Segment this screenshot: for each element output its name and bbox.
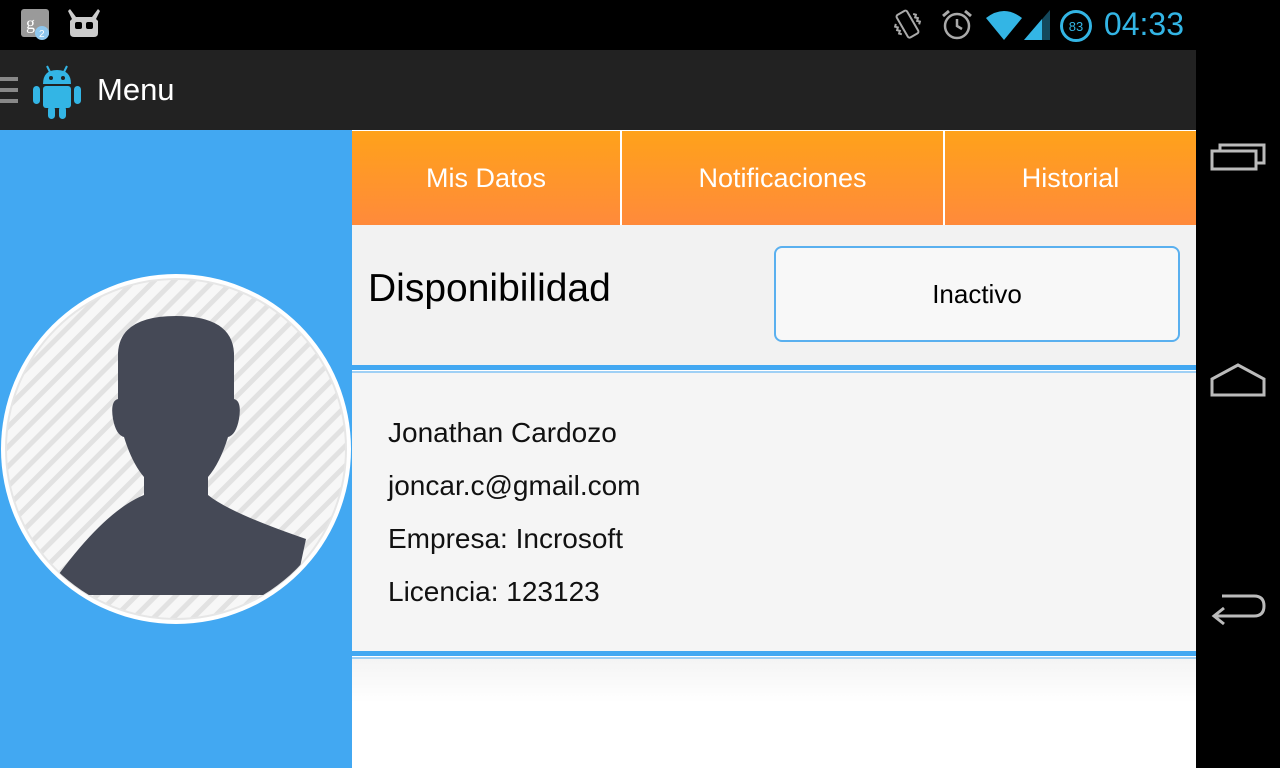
svg-text:2: 2 bbox=[39, 29, 45, 40]
alarm-icon bbox=[942, 9, 972, 40]
wifi-icon bbox=[986, 11, 1022, 40]
google-search-icon: g 2 bbox=[21, 9, 49, 40]
availability-label: Disponibilidad bbox=[368, 267, 611, 310]
availability-status-label: Inactivo bbox=[932, 278, 1022, 309]
profile-name: Jonathan Cardozo bbox=[388, 417, 617, 448]
profile-card: Jonathan Cardozo joncar.c@gmail.com Empr… bbox=[352, 373, 1196, 651]
navigation-bar bbox=[1196, 0, 1280, 768]
home-icon[interactable] bbox=[1208, 355, 1268, 405]
tab-label: Historial bbox=[1021, 162, 1120, 193]
recent-apps-icon[interactable] bbox=[1208, 135, 1268, 185]
android-logo-icon[interactable] bbox=[30, 62, 84, 120]
tab-bar: Mis Datos Notificaciones Historial bbox=[352, 130, 1196, 225]
availability-status-button[interactable]: Inactivo bbox=[774, 246, 1180, 342]
divider bbox=[352, 365, 1196, 373]
profile-license: Licencia: 123123 bbox=[388, 576, 600, 607]
status-bar: g 2 83 04:33 bbox=[0, 0, 1196, 50]
tab-historial[interactable]: Historial bbox=[943, 130, 1196, 225]
back-icon[interactable] bbox=[1208, 580, 1268, 630]
cyanogen-mascot-icon bbox=[68, 9, 100, 37]
action-bar: Menu bbox=[0, 50, 1196, 130]
hamburger-menu-icon[interactable] bbox=[0, 75, 20, 105]
profile-side-panel bbox=[0, 130, 352, 768]
status-time: 04:33 bbox=[1103, 6, 1184, 42]
signal-icon bbox=[1024, 10, 1050, 40]
action-bar-title[interactable]: Menu bbox=[97, 72, 175, 108]
vibrate-icon bbox=[893, 9, 922, 39]
tab-label: Notificaciones bbox=[698, 162, 867, 193]
availability-row: Disponibilidad Inactivo bbox=[352, 225, 1196, 365]
profile-email: joncar.c@gmail.com bbox=[388, 470, 641, 501]
content-panel: Mis Datos Notificaciones Historial Dispo… bbox=[352, 130, 1196, 768]
tab-mis-datos[interactable]: Mis Datos bbox=[352, 130, 620, 225]
tab-notificaciones[interactable]: Notificaciones bbox=[620, 130, 943, 225]
battery-icon: 83 bbox=[1060, 10, 1092, 42]
divider bbox=[352, 651, 1196, 659]
svg-text:g: g bbox=[26, 13, 35, 33]
empty-content-area bbox=[352, 659, 1196, 768]
profile-company: Empresa: Incrosoft bbox=[388, 523, 623, 554]
battery-level: 83 bbox=[1068, 18, 1084, 34]
tab-label: Mis Datos bbox=[425, 162, 547, 193]
avatar[interactable] bbox=[0, 273, 352, 625]
screen: g 2 83 04:33 Menu Mis Datos Notificacion… bbox=[0, 0, 1280, 768]
